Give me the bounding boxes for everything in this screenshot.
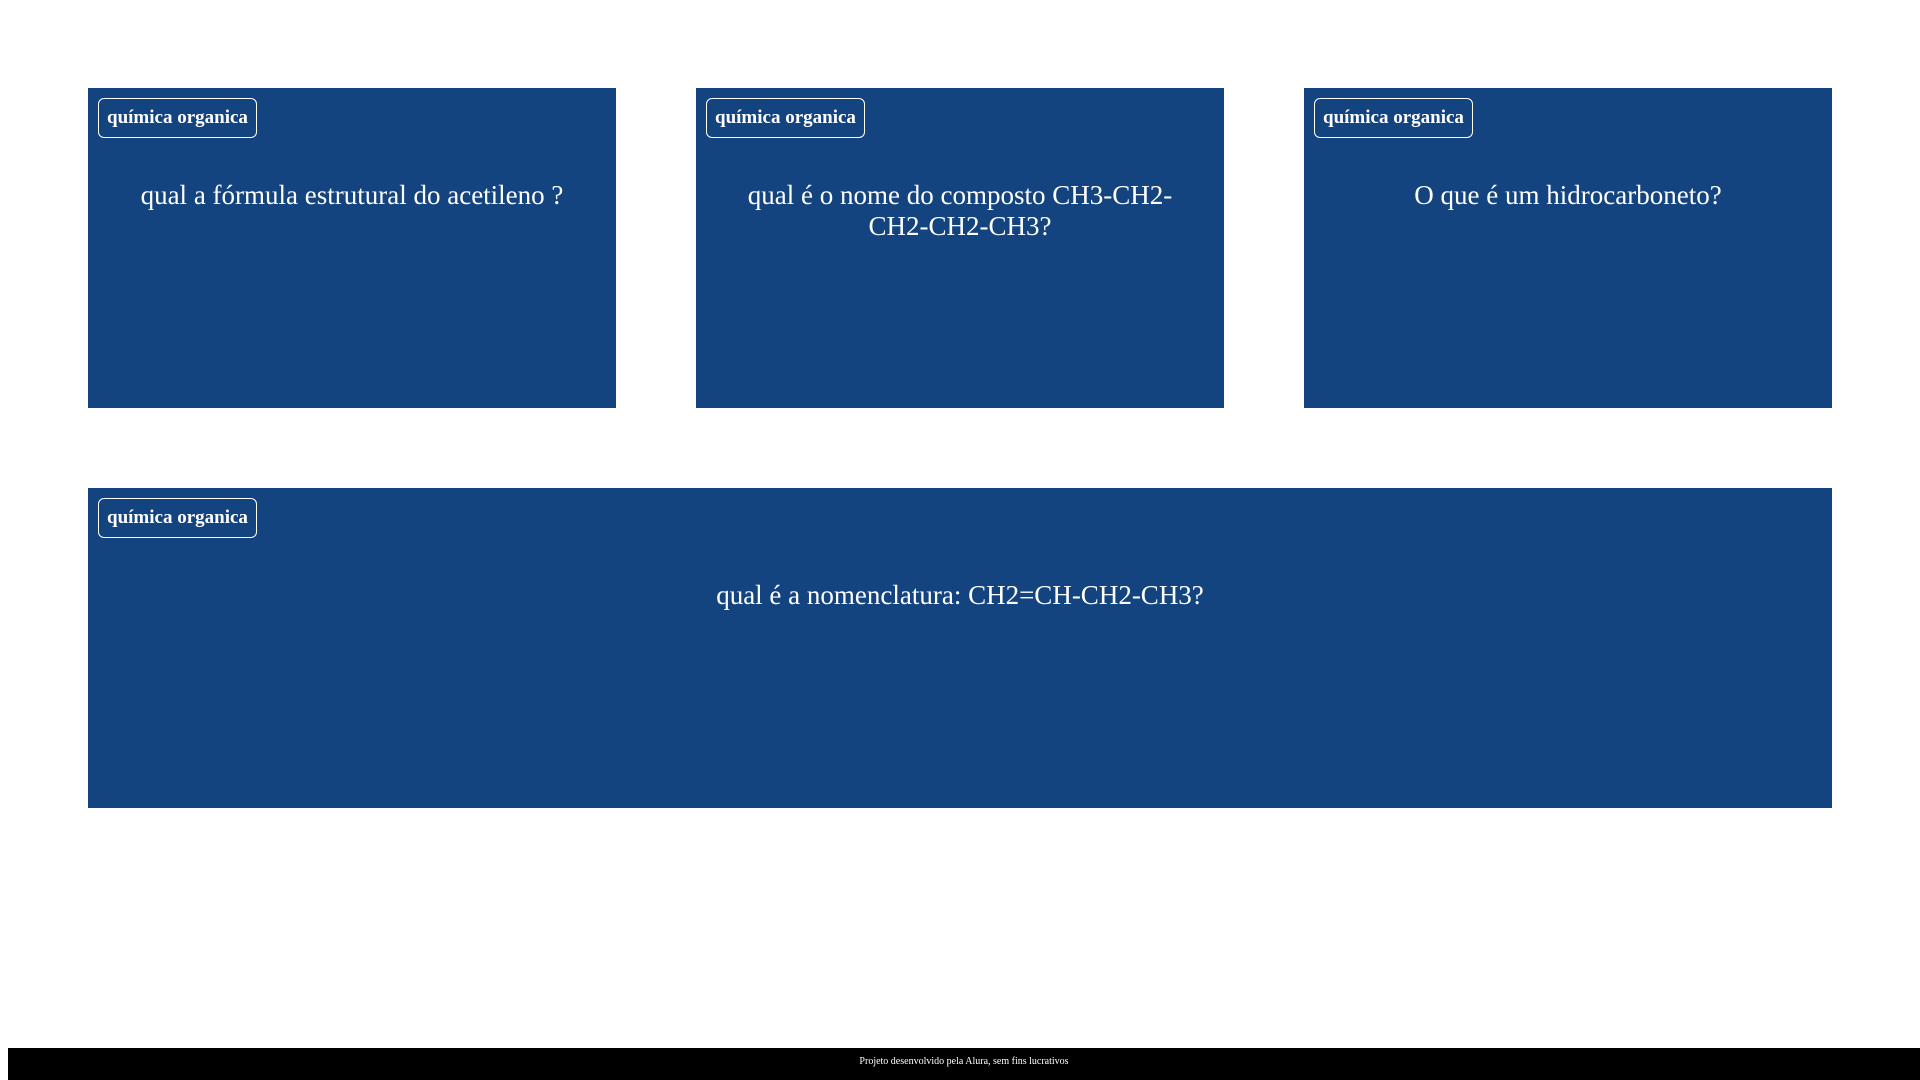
category-tag: química organica [98,98,257,138]
flashcard[interactable]: química organica qual a fórmula estrutur… [88,88,616,408]
flashcard-question: O que é um hidrocarboneto? [1414,180,1722,210]
flashcard-question: qual é o nome do composto CH3-CH2-CH2-CH… [747,180,1173,241]
flashcard-question: qual é a nomenclatura: CH2=CH-CH2-CH3? [716,580,1204,610]
flashcard[interactable]: química organica qual é o nome do compos… [696,88,1224,408]
category-tag: química organica [1314,98,1473,138]
flashcard-question: qual a fórmula estrutural do acetileno ? [140,180,564,210]
flashcards-container: química organica qual a fórmula estrutur… [88,88,1832,808]
footer-text: Projeto desenvolvido pela Alura, sem fin… [859,1056,1069,1067]
category-tag: química organica [98,498,257,538]
page-footer: Projeto desenvolvido pela Alura, sem fin… [8,1048,1920,1080]
flashcard[interactable]: química organica qual é a nomenclatura: … [88,488,1832,808]
category-tag: química organica [706,98,865,138]
flashcard[interactable]: química organica O que é um hidrocarbone… [1304,88,1832,408]
